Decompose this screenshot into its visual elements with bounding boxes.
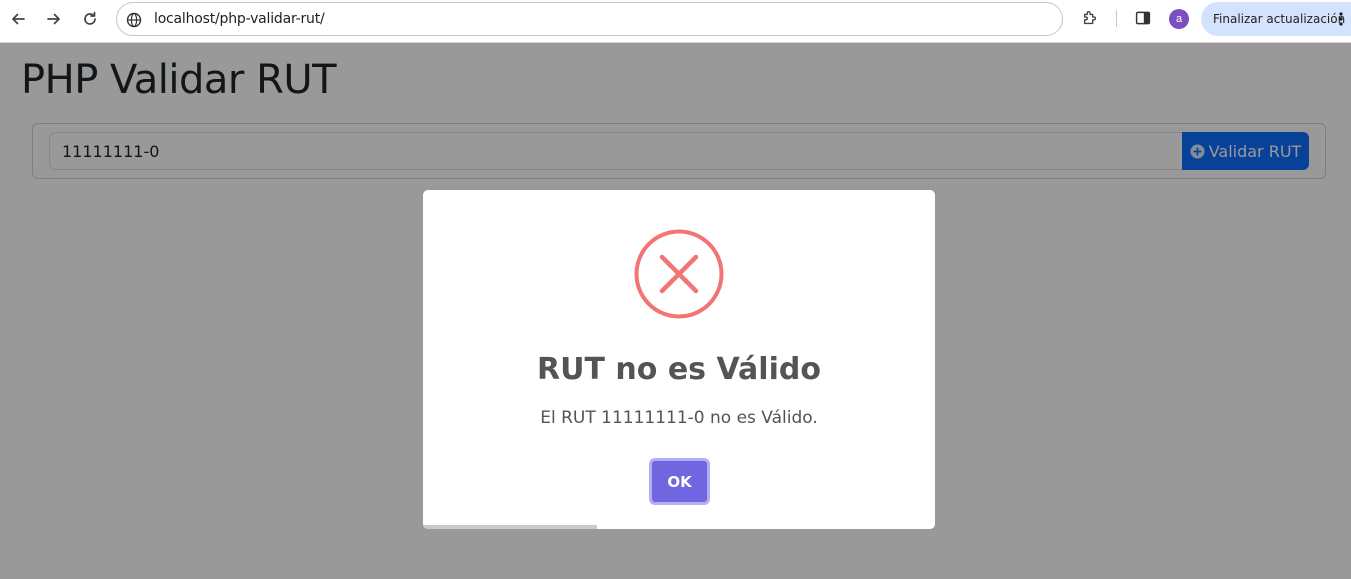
url-text[interactable]: localhost/php-validar-rut/	[154, 11, 325, 27]
reload-button[interactable]	[78, 7, 102, 31]
back-button[interactable]	[6, 7, 30, 31]
extensions-button[interactable]	[1080, 8, 1100, 28]
profile-avatar[interactable]: a	[1169, 9, 1189, 29]
timer-progress-bar	[423, 525, 598, 529]
toolbar-divider	[1116, 10, 1117, 27]
error-x-icon	[634, 229, 724, 319]
timer-progress-track	[423, 525, 935, 529]
kebab-menu-icon[interactable]	[1339, 12, 1343, 26]
dialog-title: RUT no es Válido	[537, 352, 821, 387]
finish-update-button[interactable]: Finalizar actualización	[1201, 2, 1351, 36]
arrow-right-icon	[47, 13, 60, 25]
side-panel-button[interactable]	[1133, 8, 1153, 28]
globe-icon[interactable]	[126, 12, 142, 28]
forward-button[interactable]	[42, 7, 66, 31]
arrow-left-icon	[12, 13, 25, 25]
reload-icon	[84, 11, 96, 25]
dialog-message: El RUT 11111111-0 no es Válido.	[540, 408, 818, 428]
ok-button[interactable]: OK	[649, 458, 710, 505]
alert-dialog: RUT no es Válido El RUT 11111111-0 no es…	[423, 190, 935, 529]
browser-toolbar: localhost/php-validar-rut/ a Finalizar a…	[0, 0, 1351, 43]
address-bar[interactable]: localhost/php-validar-rut/	[116, 2, 1063, 36]
side-panel-icon	[1135, 11, 1151, 25]
puzzle-icon	[1083, 11, 1097, 25]
finish-update-label: Finalizar actualización	[1213, 12, 1346, 26]
